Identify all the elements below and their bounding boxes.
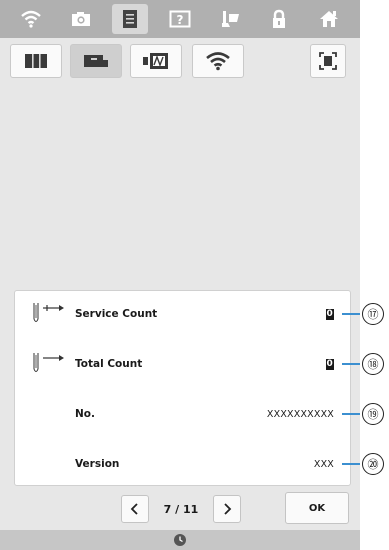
total-count-row: Total Count 0 xyxy=(15,349,352,379)
camera-button[interactable] xyxy=(63,4,99,34)
wifi-icon xyxy=(21,10,41,28)
callout-line xyxy=(342,313,360,315)
needle-total-icon xyxy=(33,353,64,372)
service-count-label: Service Count xyxy=(75,308,158,320)
chevron-right-icon xyxy=(224,503,232,515)
screen-capture-icon xyxy=(319,52,337,70)
version-value: XXX xyxy=(313,458,334,470)
callout-number: ⑲ xyxy=(362,403,384,425)
settings-document-button[interactable] xyxy=(112,4,149,34)
home-icon xyxy=(320,11,339,27)
serial-number-row: No. XXXXXXXXXX xyxy=(15,399,352,429)
serial-number-value: XXXXXXXXXX xyxy=(266,408,334,420)
total-count-label: Total Count xyxy=(75,358,143,370)
callout-line xyxy=(342,363,360,365)
page-indicator: 7 / 11 xyxy=(163,502,199,516)
callout-line xyxy=(342,413,360,415)
clock-icon[interactable] xyxy=(173,533,187,547)
embroidery-frame-icon xyxy=(143,53,168,69)
book-icon xyxy=(25,54,47,68)
chevron-left-icon xyxy=(130,503,138,515)
top-icon-bar: ? xyxy=(0,0,360,38)
previous-page-button[interactable] xyxy=(121,495,149,523)
serial-number-label: No. xyxy=(75,408,95,420)
callout-19: ⑲ xyxy=(342,403,389,425)
callout-18: ⑱ xyxy=(342,353,389,375)
tab-machine-info[interactable] xyxy=(70,44,122,78)
bottom-status-strip xyxy=(0,530,360,550)
document-icon xyxy=(123,10,138,28)
page-navigation: 7 / 11 xyxy=(121,494,241,524)
tab-embroidery[interactable] xyxy=(130,44,182,78)
camera-icon xyxy=(71,12,90,26)
machine-screen: ? Service Count 0 Total Count 0 No. XXXX… xyxy=(0,0,360,550)
sewing-settings-button[interactable] xyxy=(212,4,248,34)
help-icon: ? xyxy=(169,10,191,28)
callout-number: ⑰ xyxy=(362,303,384,325)
service-count-value: 0 xyxy=(325,308,334,320)
sewing-icon xyxy=(221,11,239,27)
settings-category-tabs xyxy=(10,44,350,80)
svg-text:?: ? xyxy=(176,13,183,27)
callout-number: ⑳ xyxy=(362,453,384,475)
callout-line xyxy=(342,463,360,465)
total-count-value: 0 xyxy=(325,358,334,370)
wifi-icon xyxy=(206,52,230,71)
screen-capture-button[interactable] xyxy=(310,44,346,78)
needle-service-icon xyxy=(33,303,64,322)
tab-wireless[interactable] xyxy=(192,44,244,78)
service-count-row: Service Count 0 xyxy=(15,299,352,329)
machine-info-panel: Service Count 0 Total Count 0 No. XXXXXX… xyxy=(14,290,351,486)
version-row: Version XXX xyxy=(15,449,352,479)
callout-20: ⑳ xyxy=(342,453,389,475)
home-button[interactable] xyxy=(311,4,347,34)
help-button[interactable]: ? xyxy=(162,4,198,34)
tab-manual[interactable] xyxy=(10,44,62,78)
lock-icon xyxy=(273,9,286,28)
version-label: Version xyxy=(75,458,120,470)
wifi-status-button[interactable] xyxy=(13,4,49,34)
lock-button[interactable] xyxy=(261,4,297,34)
ok-button[interactable]: OK xyxy=(285,492,349,524)
callout-number: ⑱ xyxy=(362,353,384,375)
next-page-button[interactable] xyxy=(213,495,241,523)
callout-17: ⑰ xyxy=(342,303,389,325)
machine-icon xyxy=(84,55,108,67)
